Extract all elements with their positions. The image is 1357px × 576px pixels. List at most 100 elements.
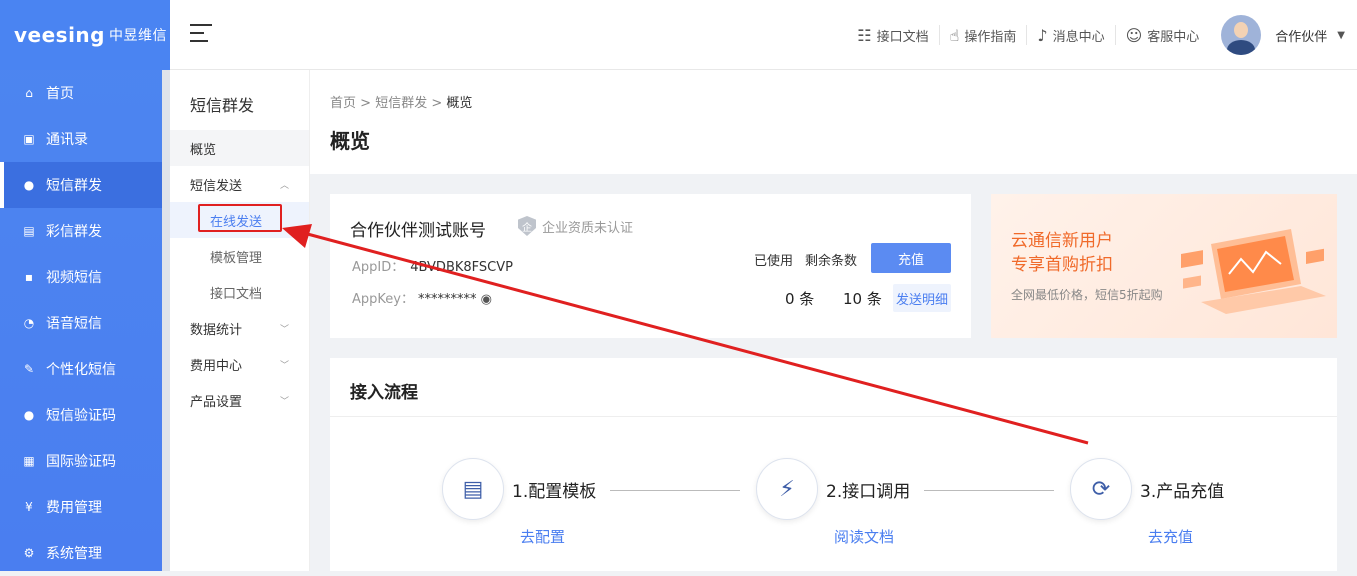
promo-line2: 专享首购折扣 (1011, 255, 1113, 275)
topbar-link-label: 客服中心 (1147, 29, 1200, 45)
sidebar-item-billing[interactable]: ¥ 费用管理 (0, 484, 162, 530)
highlight-box (198, 204, 282, 232)
laptop-illustration-icon (1181, 229, 1326, 314)
topbar-link-label: 操作指南 (964, 29, 1017, 45)
chevron-down-icon: ﹀ (279, 360, 289, 371)
topbar-link-api-docs[interactable]: ☷ 接口文档 (847, 25, 940, 45)
breadcrumb-section[interactable]: 短信群发 (375, 96, 427, 111)
subnav-group-product-settings[interactable]: 产品设置 ﹀ (170, 382, 309, 418)
menu-toggle-icon[interactable] (190, 24, 212, 44)
topbar-link-guide[interactable]: ☝ 操作指南 (940, 25, 1028, 45)
main-content: 首页 > 短信群发 > 概览 概览 合作伙伴测试账号 企企业资质未认证 AppI… (310, 70, 1357, 571)
subnav-item-label: 接口文档 (210, 286, 263, 302)
logo-cn-text: 中昱维信 (108, 28, 167, 44)
support-icon: ☺ (1125, 25, 1143, 45)
configure-link[interactable]: 去配置 (520, 526, 565, 547)
subnav-item-overview[interactable]: 概览 (170, 130, 309, 166)
avatar[interactable] (1221, 15, 1262, 55)
subnav-group-billing[interactable]: 费用中心 ﹀ (170, 346, 309, 382)
recharge-link[interactable]: 去充值 (1148, 526, 1193, 547)
subnav-item-online-send[interactable]: 在线发送 (170, 202, 309, 238)
promo-banner[interactable]: 云通信新用户 专享首购折扣 全网最低价格，短信5折起购 (991, 194, 1337, 338)
plug-icon: ⚡ (756, 458, 818, 520)
sidebar-item-custom-sms[interactable]: ✎ 个性化短信 (0, 346, 162, 392)
appid-row: AppID： 4BVDBK8FSCVP (352, 256, 513, 275)
charge-button[interactable]: 充值 (871, 243, 951, 273)
recharge-icon: ⟳ (1070, 458, 1132, 520)
sidebar-item-voice-sms[interactable]: ◔ 语音短信 (0, 300, 162, 346)
flow-step-label: 1.配置模板 (512, 481, 597, 502)
flow-step-label: 2.接口调用 (826, 481, 911, 502)
sidebar-item-label: 首页 (46, 86, 74, 102)
subnav-item-label: 模板管理 (210, 250, 263, 266)
subnav-title: 短信群发 (190, 96, 255, 115)
home-icon: ⌂ (25, 86, 33, 100)
contacts-icon: ▣ (23, 132, 35, 146)
appid-value: 4BVDBK8FSCVP (410, 260, 513, 275)
flow-connector (924, 490, 1054, 491)
chevron-down-icon: ﹀ (279, 324, 289, 335)
sidebar-item-sms-code[interactable]: ● 短信验证码 (0, 392, 162, 438)
flow-step-api: ⚡ 2.接口调用 (756, 458, 910, 520)
top-right-area: ☷ 接口文档 ☝ 操作指南 ♪ 消息中心 ☺ 客服中心 合作伙伴 ▼ (847, 0, 1345, 70)
sidebar-item-label: 系统管理 (46, 546, 102, 562)
subnav-item-label: 短信发送 (190, 178, 243, 194)
hand-icon: ☝ (949, 25, 960, 45)
topbar-link-support[interactable]: ☺ 客服中心 (1116, 25, 1210, 45)
breadcrumb-separator-icon: > (431, 96, 447, 111)
topbar-link-messages[interactable]: ♪ 消息中心 (1027, 25, 1116, 45)
top-bar: ☷ 接口文档 ☝ 操作指南 ♪ 消息中心 ☺ 客服中心 合作伙伴 ▼ (170, 0, 1357, 70)
subnav-item-label: 费用中心 (190, 358, 243, 374)
sidebar-item-label: 国际验证码 (46, 454, 116, 470)
sidebar-item-intl-code[interactable]: ▦ 国际验证码 (0, 438, 162, 484)
breadcrumb-current: 概览 (446, 96, 473, 111)
send-detail-button[interactable]: 发送明细 (893, 284, 951, 312)
cert-status[interactable]: 企企业资质未认证 (518, 216, 633, 236)
sidebar-item-contacts[interactable]: ▣ 通讯录 (0, 116, 162, 162)
mms-icon: ▤ (23, 224, 35, 238)
divider (330, 416, 1337, 417)
subnav-group-stats[interactable]: 数据统计 ﹀ (170, 310, 309, 346)
sidebar-item-label: 费用管理 (46, 500, 102, 516)
sidebar-item-video-sms[interactable]: ▪ 视频短信 (0, 254, 162, 300)
sidebar-item-label: 视频短信 (46, 270, 102, 286)
flow-title: 接入流程 (350, 383, 418, 403)
sidebar-item-label: 个性化短信 (46, 362, 116, 378)
sidebar-item-system[interactable]: ⚙ 系统管理 (0, 530, 162, 576)
sidebar-item-mms[interactable]: ▤ 彩信群发 (0, 208, 162, 254)
sub-nav: 短信群发 概览 短信发送 ︿ 在线发送 模板管理 接口文档 数据统计 ﹀ 费用中心 ﹀… (170, 70, 310, 571)
logo-text: veesing (14, 23, 105, 47)
subnav-item-api-docs[interactable]: 接口文档 (170, 274, 309, 310)
breadcrumb: 首页 > 短信群发 > 概览 (330, 92, 472, 111)
chevron-down-icon[interactable]: ▼ (1337, 30, 1345, 41)
user-name[interactable]: 合作伙伴 (1275, 26, 1327, 45)
yen-icon: ¥ (25, 500, 33, 514)
subnav-item-label: 数据统计 (190, 322, 243, 338)
breadcrumb-separator-icon: > (360, 96, 376, 111)
sms-icon: ● (23, 178, 35, 192)
sidebar-item-home[interactable]: ⌂ 首页 (0, 70, 162, 116)
chevron-down-icon: ﹀ (279, 396, 289, 407)
sms-code-icon: ● (23, 408, 35, 422)
breadcrumb-home[interactable]: 首页 (330, 96, 356, 111)
appkey-row: AppKey： ********* ◉ (352, 288, 492, 307)
subnav-item-template[interactable]: 模板管理 (170, 238, 309, 274)
promo-line3: 全网最低价格，短信5折起购 (1011, 288, 1163, 302)
brand-logo[interactable]: veesing 中昱维信 (0, 0, 170, 70)
topbar-link-label: 消息中心 (1052, 29, 1105, 45)
video-sms-icon: ▪ (24, 270, 34, 284)
sidebar-item-sms[interactable]: ● 短信群发 (0, 162, 162, 208)
account-name: 合作伙伴测试账号 (350, 221, 486, 241)
cert-status-text: 企业资质未认证 (542, 220, 634, 236)
eye-icon[interactable]: ◉ (481, 292, 492, 307)
promo-line1: 云通信新用户 (1011, 231, 1113, 251)
read-docs-link[interactable]: 阅读文档 (834, 526, 894, 547)
subnav-item-label: 概览 (190, 142, 217, 158)
subnav-group-send[interactable]: 短信发送 ︿ (170, 166, 309, 202)
voice-sms-icon: ◔ (23, 316, 35, 330)
bell-icon: ♪ (1037, 25, 1048, 45)
flow-step-label: 3.产品充值 (1140, 481, 1225, 502)
appkey-value: ********* (417, 292, 477, 307)
sidebar-scrollbar[interactable] (162, 70, 170, 571)
used-value: 0 条 (785, 290, 815, 308)
